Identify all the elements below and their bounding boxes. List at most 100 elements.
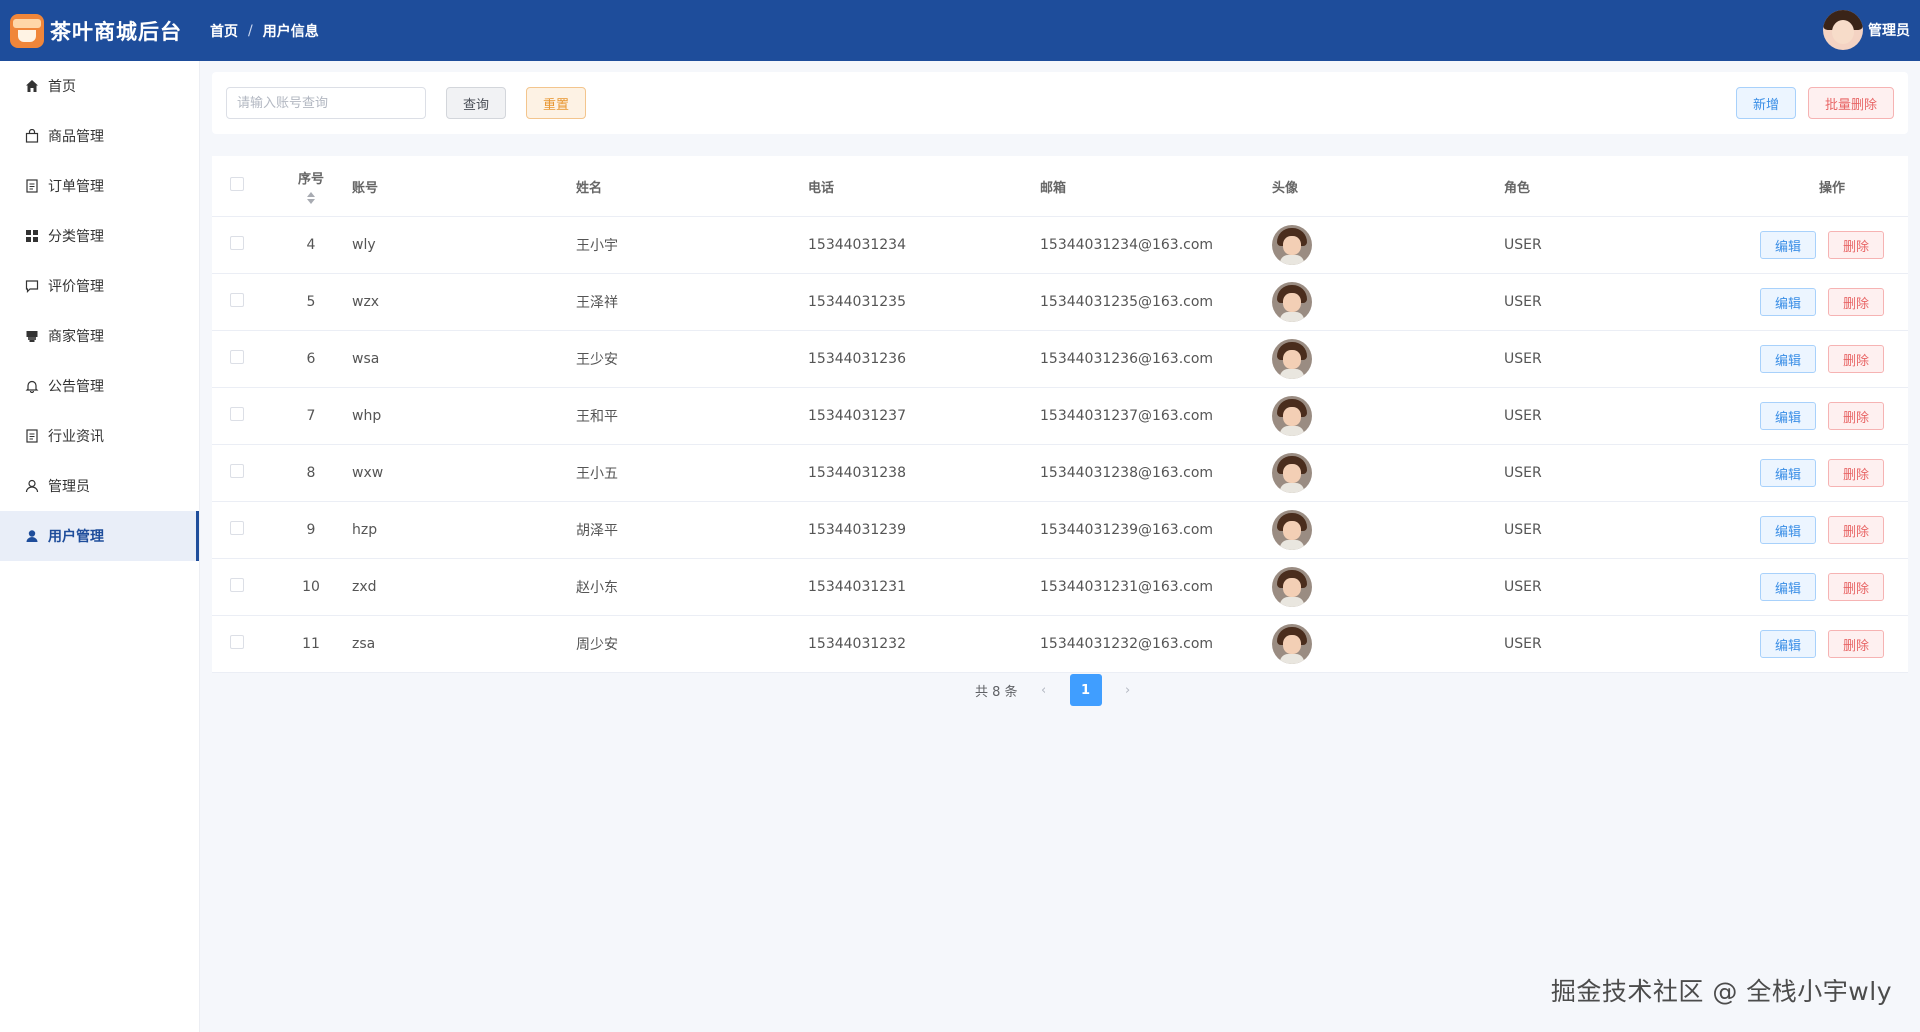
cell-account: whp	[352, 408, 382, 424]
row-checkbox[interactable]	[230, 464, 244, 478]
sidebar-item-admins[interactable]: 管理员	[0, 461, 199, 511]
cell-email: 15344031231@163.com	[1040, 579, 1214, 595]
avatar	[1272, 624, 1312, 664]
cell-index: 4	[306, 237, 316, 253]
cell-email: 15344031236@163.com	[1040, 351, 1214, 367]
column-header-email: 邮箱	[1040, 180, 1067, 196]
pagination: 共 8 条 ‹ 1 ›	[975, 674, 1142, 706]
home-icon	[24, 78, 40, 94]
cell-index: 5	[306, 294, 316, 310]
app-title: 茶叶商城后台	[50, 19, 182, 44]
edit-button[interactable]: 编辑	[1759, 402, 1816, 430]
cell-role: USER	[1504, 294, 1542, 310]
cell-email: 15344031237@163.com	[1040, 408, 1214, 424]
sidebar-item-products[interactable]: 商品管理	[0, 111, 199, 161]
row-checkbox[interactable]	[230, 236, 244, 250]
bag-icon	[24, 128, 40, 144]
table-row: 11 zsa 周少安 15344031232 15344031232@163.com US…	[212, 616, 1908, 673]
edit-button[interactable]: 编辑	[1759, 516, 1816, 544]
cell-account: wly	[352, 237, 376, 253]
row-checkbox[interactable]	[230, 293, 244, 307]
row-checkbox[interactable]	[230, 578, 244, 592]
cell-phone: 15344031231	[808, 579, 906, 595]
sidebar-item-categories[interactable]: 分类管理	[0, 211, 199, 261]
cell-role: USER	[1504, 465, 1542, 481]
column-header-phone: 电话	[808, 180, 835, 196]
edit-button[interactable]: 编辑	[1759, 231, 1816, 259]
reset-button[interactable]: 重置	[526, 87, 587, 119]
row-checkbox[interactable]	[230, 635, 244, 649]
user-name[interactable]: 管理员	[1868, 20, 1910, 40]
breadcrumb-home[interactable]: 首页	[210, 21, 238, 41]
cell-name: 赵小东	[576, 580, 618, 596]
cell-name: 王和平	[576, 409, 618, 425]
sidebar-item-label: 首页	[48, 79, 76, 95]
sidebar-item-label: 管理员	[48, 479, 90, 495]
bell-icon	[24, 378, 40, 394]
cell-index: 10	[302, 579, 320, 595]
edit-button[interactable]: 编辑	[1759, 345, 1816, 373]
delete-button[interactable]: 删除	[1827, 402, 1884, 430]
delete-button[interactable]: 删除	[1827, 345, 1884, 373]
page-number-current[interactable]: 1	[1069, 674, 1102, 706]
account-search-input[interactable]	[226, 87, 426, 119]
user-filled-icon	[24, 528, 40, 544]
cell-name: 王泽祥	[576, 295, 618, 311]
delete-button[interactable]: 删除	[1827, 231, 1884, 259]
delete-button[interactable]: 删除	[1827, 288, 1884, 316]
sidebar-item-notices[interactable]: 公告管理	[0, 361, 199, 411]
sidebar-item-news[interactable]: 行业资讯	[0, 411, 199, 461]
user-icon	[24, 478, 40, 494]
row-checkbox[interactable]	[230, 407, 244, 421]
delete-button[interactable]: 删除	[1827, 516, 1884, 544]
sort-icon[interactable]	[306, 191, 316, 205]
edit-button[interactable]: 编辑	[1759, 573, 1816, 601]
cell-email: 15344031235@163.com	[1040, 294, 1214, 310]
document-icon	[24, 428, 40, 444]
breadcrumb-separator: /	[248, 22, 253, 39]
cell-name: 王少安	[576, 352, 618, 368]
delete-button[interactable]: 删除	[1827, 573, 1884, 601]
table-row: 8 wxw 王小五 15344031238 15344031238@163.com USE…	[212, 445, 1908, 502]
user-menu[interactable]: 管理员	[1823, 10, 1910, 50]
sidebar-item-users[interactable]: 用户管理	[0, 511, 199, 561]
cell-account: wzx	[352, 294, 380, 310]
edit-button[interactable]: 编辑	[1759, 288, 1816, 316]
delete-button[interactable]: 删除	[1827, 459, 1884, 487]
table-header: 序号 账号 姓名 电话 邮箱 头像 角色 操作	[212, 156, 1908, 217]
column-header-role: 角色	[1504, 180, 1531, 196]
cell-name: 王小宇	[576, 238, 618, 254]
top-header: 茶叶商城后台 首页 / 用户信息 管理员	[0, 0, 1920, 61]
select-all-checkbox[interactable]	[230, 177, 244, 191]
avatar[interactable]	[1823, 10, 1863, 50]
cell-phone: 15344031238	[808, 465, 906, 481]
cell-role: USER	[1504, 522, 1542, 538]
sidebar-item-home[interactable]: 首页	[0, 61, 199, 111]
sidebar-item-label: 订单管理	[48, 179, 104, 195]
sidebar-item-reviews[interactable]: 评价管理	[0, 261, 199, 311]
table-row: 5 wzx 王泽祥 15344031235 15344031235@163.com USE…	[212, 274, 1908, 331]
batch-delete-button[interactable]: 批量删除	[1807, 87, 1894, 119]
edit-button[interactable]: 编辑	[1759, 459, 1816, 487]
prev-page-icon[interactable]: ‹	[1030, 676, 1058, 704]
cell-email: 15344031232@163.com	[1040, 636, 1214, 652]
query-button[interactable]: 查询	[446, 87, 507, 119]
sidebar-item-merchants[interactable]: 商家管理	[0, 311, 199, 361]
cell-role: USER	[1504, 408, 1542, 424]
sidebar-item-orders[interactable]: 订单管理	[0, 161, 199, 211]
cell-email: 15344031238@163.com	[1040, 465, 1214, 481]
row-checkbox[interactable]	[230, 350, 244, 364]
add-button[interactable]: 新增	[1735, 87, 1796, 119]
cell-account: zsa	[352, 636, 376, 652]
row-checkbox[interactable]	[230, 521, 244, 535]
cell-phone: 15344031239	[808, 522, 906, 538]
edit-button[interactable]: 编辑	[1759, 630, 1816, 658]
next-page-icon[interactable]: ›	[1114, 676, 1142, 704]
table-body: 4 wly 王小宇 15344031234 15344031234@163.com USE…	[212, 217, 1908, 673]
cell-name: 王小五	[576, 466, 618, 482]
column-header-index[interactable]: 序号	[278, 168, 344, 205]
cell-name: 胡泽平	[576, 523, 618, 539]
logo[interactable]: 茶叶商城后台	[0, 13, 210, 48]
sidebar-item-label: 用户管理	[48, 529, 104, 545]
delete-button[interactable]: 删除	[1827, 630, 1884, 658]
